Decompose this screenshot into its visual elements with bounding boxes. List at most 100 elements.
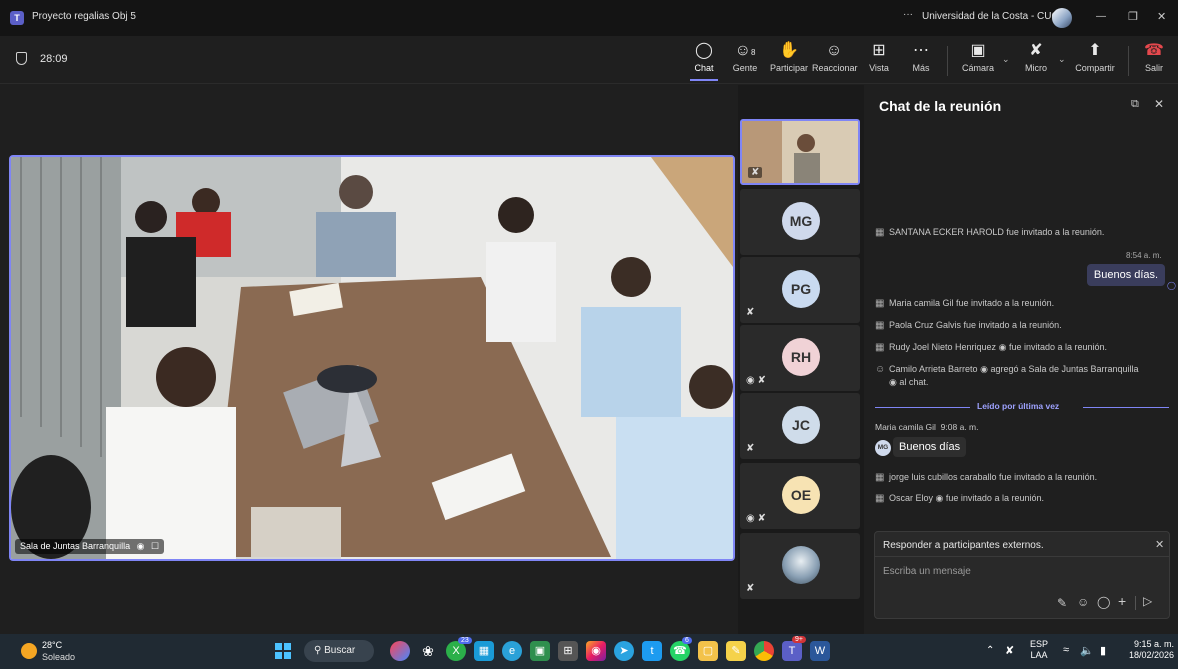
participant-tile-pg[interactable]: PG ✘ xyxy=(740,257,860,323)
copilot-icon[interactable] xyxy=(390,641,410,661)
screen-share-icon: ☐ xyxy=(150,541,160,551)
ellipsis-icon: ⋯ xyxy=(913,42,929,59)
tray-chevron-icon[interactable]: ⌃ xyxy=(986,645,994,656)
weather-desc: Soleado xyxy=(42,652,76,662)
leave-button[interactable]: ☎ Salir xyxy=(1138,42,1170,80)
camera-options-chevron-icon[interactable]: ⌄ xyxy=(1002,54,1010,65)
people-button[interactable]: ☺8 Gente xyxy=(728,42,762,80)
raise-hand-button[interactable]: ✋ Participar xyxy=(768,42,810,80)
toolbar-divider-2 xyxy=(1128,46,1129,76)
taskbar-search[interactable]: ⚲ Buscar xyxy=(304,640,374,662)
video-label: Sala de Juntas Barranquilla ◉ ☐ xyxy=(15,539,165,554)
taskbar: 28°C Soleado ⚲ Buscar ❀ X 23 ▦ e ▣ ⊞ ◉ ➤… xyxy=(0,634,1178,669)
teams-icon: T xyxy=(10,11,24,25)
own-message-bubble: Buenos días. xyxy=(1087,264,1165,286)
weather-temp: 28°C xyxy=(42,640,63,650)
attach-plus-icon[interactable]: + xyxy=(1118,593,1126,609)
profile-avatar[interactable] xyxy=(1052,8,1072,28)
message-sender: Maria camila Gil 9:08 a. m. xyxy=(875,422,979,432)
window-title: Proyecto regalias Obj 5 xyxy=(32,11,136,22)
camera-off-icon: ▣ xyxy=(970,42,986,59)
whatsapp-icon[interactable]: ☎ xyxy=(670,641,690,661)
twitter-icon[interactable]: t xyxy=(642,641,662,661)
mic-tray-icon[interactable]: ✘ xyxy=(1005,644,1014,657)
app-icon[interactable]: ▣ xyxy=(530,641,550,661)
notes-icon[interactable]: ✎ xyxy=(726,641,746,661)
calendar-icon[interactable]: ▦ xyxy=(474,641,494,661)
invite-icon: ▦ xyxy=(875,493,885,504)
more-button[interactable]: ⋯ Más xyxy=(908,42,934,80)
system-message: ☺ Camilo Arrieta Barreto ◉ agregó a Sala … xyxy=(875,364,1139,387)
share-button[interactable]: ⬆ Compartir xyxy=(1072,42,1118,80)
mic-muted-icon: ✘ xyxy=(746,307,755,318)
people-count: 8 xyxy=(750,48,756,57)
instagram-icon[interactable]: ◉ xyxy=(586,641,606,661)
minimize-button[interactable]: — xyxy=(1096,11,1106,22)
share-icon: ⬆ xyxy=(1088,42,1102,59)
chat-button[interactable]: ◯ Chat xyxy=(688,42,720,81)
folder-icon[interactable]: ▢ xyxy=(698,641,718,661)
teams-taskbar-icon[interactable]: T xyxy=(782,641,802,661)
meeting-toolbar: 28:09 ◯ Chat ☺8 Gente ✋ Participar ☺ Rea… xyxy=(0,36,1178,84)
telegram-icon[interactable]: ➤ xyxy=(614,641,634,661)
system-message: ▦ Paola Cruz Galvis fue invitado a la reu… xyxy=(875,320,1062,331)
notification-badge: 23 xyxy=(458,637,472,644)
avatar: RH xyxy=(782,338,820,376)
word-icon[interactable]: W xyxy=(810,641,830,661)
chat-title: Chat de la reunión xyxy=(879,98,1002,114)
search-icon: ⚲ xyxy=(314,645,322,656)
wifi-icon[interactable]: ≈ xyxy=(1063,644,1069,656)
restore-button[interactable]: ❐ xyxy=(1128,10,1138,23)
edge-icon[interactable]: e xyxy=(502,641,522,661)
mic-options-chevron-icon[interactable]: ⌄ xyxy=(1058,54,1066,65)
external-user-icon: ◉ xyxy=(998,342,1007,352)
chatgpt-icon[interactable]: ❀ xyxy=(418,641,438,661)
avatar: MG xyxy=(782,202,820,240)
sun-icon[interactable] xyxy=(21,643,37,659)
chat-icon: ◯ xyxy=(695,42,713,59)
input-language[interactable]: ESP LAA xyxy=(1030,639,1048,661)
external-user-icon: ◉ xyxy=(980,364,988,374)
message-input[interactable]: Escriba un mensaje xyxy=(883,566,1159,577)
format-icon[interactable]: ✎ xyxy=(1057,596,1067,610)
last-read-divider: Leído por última vez xyxy=(977,401,1060,411)
close-window-button[interactable]: ✕ xyxy=(1157,10,1166,23)
camera-button[interactable]: ▣ Cámara xyxy=(958,42,998,80)
hang-up-icon: ☎ xyxy=(1144,42,1164,59)
external-user-icon: ◉ xyxy=(136,541,145,551)
system-message: ▦ Oscar Eloy ◉ fue invitado a la reunión. xyxy=(875,493,1044,504)
mic-button[interactable]: ✘ Micro xyxy=(1018,42,1054,80)
system-message: ▦ Maria camila Gil fue invitado a la reun… xyxy=(875,298,1055,309)
participant-tile-mg[interactable]: MG xyxy=(740,189,860,255)
start-icon[interactable] xyxy=(275,643,291,659)
popout-icon[interactable]: ⧉ xyxy=(1131,98,1139,111)
battery-icon[interactable]: ▮ xyxy=(1100,644,1106,657)
volume-icon[interactable]: 🔈 xyxy=(1080,644,1094,657)
participant-tile-photo[interactable]: ✘ xyxy=(740,533,860,599)
grid-icon: ⊞ xyxy=(872,42,886,59)
send-divider xyxy=(1135,596,1136,610)
participant-tile-video[interactable]: ✘ xyxy=(740,119,860,185)
mic-off-icon: ✘ xyxy=(1029,42,1043,59)
people-icon: ☺8 xyxy=(734,42,756,59)
more-options-button[interactable]: ··· xyxy=(903,9,913,20)
main-video-feed[interactable]: Sala de Juntas Barranquilla ◉ ☐ xyxy=(9,155,735,561)
participant-tile-oe[interactable]: OE ◉ ✘ xyxy=(740,463,860,529)
view-button[interactable]: ⊞ Vista xyxy=(866,42,892,80)
close-banner-icon[interactable]: ✕ xyxy=(1155,538,1164,551)
conference-room-scene xyxy=(11,157,733,559)
chrome-icon[interactable] xyxy=(754,641,774,661)
participant-tile-jc[interactable]: JC ✘ xyxy=(740,393,860,459)
react-button[interactable]: ☺ Reaccionar xyxy=(812,42,858,80)
shield-icon xyxy=(16,52,27,65)
calculator-icon[interactable]: ⊞ xyxy=(558,641,578,661)
close-chat-icon[interactable]: ✕ xyxy=(1154,97,1164,111)
xbox-icon[interactable]: X xyxy=(446,641,466,661)
loop-icon[interactable]: ◯ xyxy=(1097,595,1110,609)
clock[interactable]: 9:15 a. m. 18/02/2026 xyxy=(1122,639,1174,661)
own-message-time: 8:54 a. m. xyxy=(1126,251,1162,260)
emoji-icon[interactable]: ☺ xyxy=(1077,595,1089,609)
sender-avatar: MG xyxy=(875,440,891,456)
send-icon[interactable]: ▷ xyxy=(1143,594,1152,608)
participant-tile-rh[interactable]: RH ◉ ✘ xyxy=(740,325,860,391)
